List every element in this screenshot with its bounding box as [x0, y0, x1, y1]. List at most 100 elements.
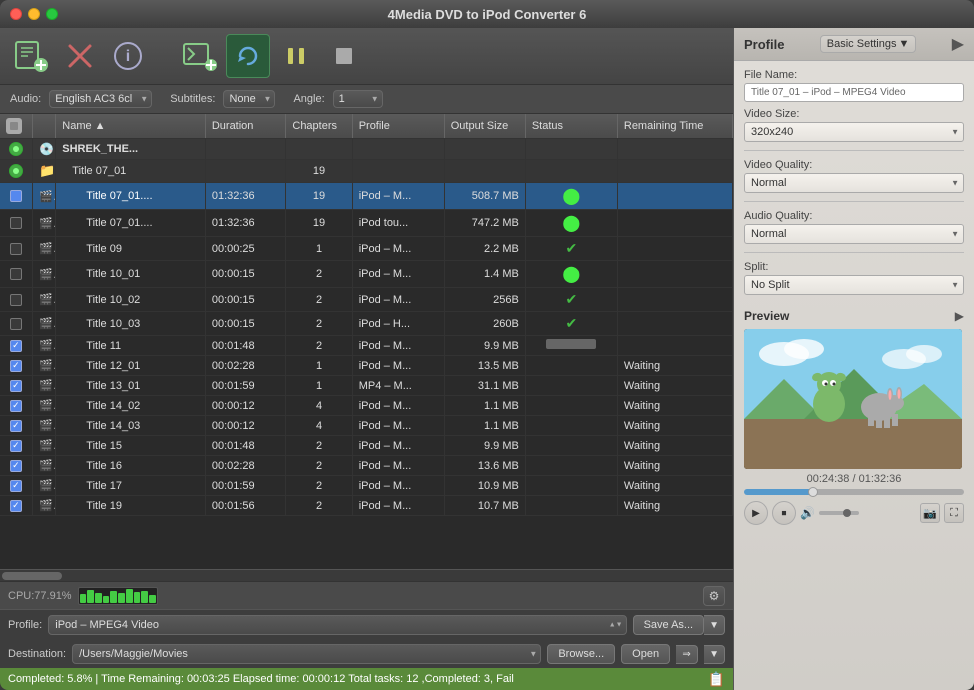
close-button[interactable] [10, 8, 22, 20]
table-row[interactable]: 🎬 Title 10_01 00:00:15 2 iPod – M... 1.4… [0, 261, 733, 288]
movie-icon: 🎬 [39, 243, 56, 255]
video-size-select[interactable]: 320x240 [744, 122, 964, 142]
maximize-button[interactable] [46, 8, 58, 20]
th-chapters[interactable]: Chapters [286, 114, 352, 139]
horizontal-scrollbar[interactable] [0, 569, 733, 581]
table-row[interactable]: 🎬 Title 09 00:00:25 1 iPod – M... 2.2 MB… [0, 237, 733, 261]
movie-icon: 🎬 [39, 318, 56, 330]
movie-icon: 🎬 [39, 380, 56, 392]
audio-quality-select[interactable]: Normal [744, 224, 964, 244]
movie-icon: 🎬 [39, 460, 56, 472]
profile-label: Profile: [8, 619, 42, 631]
subtitles-select[interactable]: None [223, 90, 275, 108]
preview-progress-bar[interactable] [744, 489, 964, 495]
status-icon: 📋 [708, 671, 725, 688]
preview-progress-knob[interactable] [808, 487, 818, 497]
table-row[interactable]: 🎬 Title 10_03 00:00:15 2 iPod – H... 260… [0, 312, 733, 336]
th-output-size[interactable]: Output Size [444, 114, 525, 139]
cpu-settings-button[interactable]: ⚙ [703, 586, 725, 606]
open-button[interactable]: Open [621, 644, 670, 664]
convert-button[interactable] [226, 34, 270, 78]
stop-preview-button[interactable]: ⏹ [772, 501, 796, 525]
cpu-graph [78, 587, 158, 605]
pause-button[interactable] [274, 34, 318, 78]
profile-select[interactable]: iPod – MPEG4 Video [48, 615, 626, 635]
angle-label: Angle: [293, 93, 324, 105]
play-button[interactable]: ▶ [744, 501, 768, 525]
angle-select[interactable]: 1 [333, 90, 383, 108]
table-row[interactable]: 💿 SHREK_THE... [0, 139, 733, 160]
table-row[interactable]: ✓ 🎬 Title 12_01 00:02:28 1 iPod – M... 1… [0, 356, 733, 376]
info-button[interactable]: i [106, 34, 150, 78]
table-row[interactable]: ✓ 🎬 Title 14_03 00:00:12 4 iPod – M... 1… [0, 416, 733, 436]
table-row[interactable]: ✓ 🎬 Title 14_02 00:00:12 4 iPod – M... 1… [0, 396, 733, 416]
th-name[interactable]: Name ▲ [56, 114, 206, 139]
delete-button[interactable] [58, 34, 102, 78]
add-file-button[interactable] [10, 34, 54, 78]
split-field: Split: No Split [744, 261, 964, 295]
basic-settings-label: Basic Settings [827, 38, 897, 50]
expand-icon[interactable]: ▶ [952, 34, 964, 54]
disc-name: SHREK_THE... [56, 139, 206, 160]
video-quality-select[interactable]: Normal [744, 173, 964, 193]
audio-label: Audio: [10, 93, 41, 105]
th-status[interactable]: Status [525, 114, 617, 139]
table-row[interactable]: ✓ 🎬 Title 11 00:01:48 2 iPod – M... [0, 336, 733, 356]
audio-select[interactable]: English AC3 6cl [49, 90, 152, 108]
table-row[interactable]: ✓ 🎬 Title 16 00:02:28 2 iPod – M... 13.6… [0, 456, 733, 476]
preview-expand-button[interactable]: ▶ [955, 309, 964, 323]
file-name-value: Title 07_01 – iPod – MPEG4 Video [744, 83, 964, 102]
table-row[interactable]: 🎬 Title 10_02 00:00:15 2 iPod – M... 256… [0, 288, 733, 312]
split-label: Split: [744, 261, 964, 273]
table-row[interactable]: ✓ 🎬 Title 15 00:01:48 2 iPod – M... 9.9 … [0, 436, 733, 456]
movie-icon: 🎬 [39, 340, 56, 352]
stop-button[interactable] [322, 34, 366, 78]
table-row[interactable]: 🎬 Title 07_01.... 01:32:36 19 iPod – M..… [0, 183, 733, 210]
volume-icon: 🔊 [800, 506, 815, 520]
table-row[interactable]: ✓ 🎬 Title 13_01 00:01:59 1 MP4 – M... 31… [0, 376, 733, 396]
add-dvd-button[interactable] [178, 34, 222, 78]
movie-icon: 🎬 [39, 420, 56, 432]
audio-quality-field: Audio Quality: Normal [744, 210, 964, 244]
folder-icon: 📁 [39, 163, 56, 178]
destination-label: Destination: [8, 648, 66, 660]
save-as-button[interactable]: Save As... [633, 615, 705, 635]
cpu-bar: CPU:77.91% ⚙ [0, 581, 733, 609]
browse-button[interactable]: Browse... [547, 644, 615, 664]
minimize-button[interactable] [28, 8, 40, 20]
movie-icon: 🎬 [39, 218, 56, 230]
destination-select[interactable]: /Users/Maggie/Movies [72, 644, 541, 664]
save-as-dropdown-button[interactable]: ▼ [704, 615, 725, 635]
th-profile[interactable]: Profile [352, 114, 444, 139]
ctrl-icons: 📷 ⛶ [920, 503, 964, 523]
fullscreen-button[interactable]: ⛶ [944, 503, 964, 523]
status-check: ✔ [565, 315, 577, 331]
volume-slider[interactable] [819, 511, 859, 515]
destination-arrow-button[interactable]: ▼ [704, 645, 725, 664]
destination-extra-button[interactable]: ⇒ [676, 645, 698, 664]
status-text: Completed: 5.8% | Time Remaining: 00:03:… [8, 673, 514, 685]
video-size-label: Video Size: [744, 108, 964, 120]
preview-header: Preview ▶ [744, 309, 964, 323]
table-row[interactable]: ✓ 🎬 Title 17 00:01:59 2 iPod – M... 10.9… [0, 476, 733, 496]
split-select-wrapper: No Split [744, 275, 964, 295]
basic-settings-dropdown[interactable]: Basic Settings ▼ [820, 35, 917, 53]
file-table-container[interactable]: Name ▲ Duration Chapters Profile Output … [0, 114, 733, 569]
status-check: ✔ [565, 240, 577, 256]
table-row[interactable]: 📁 Title 07_01 19 [0, 160, 733, 183]
screenshot-button[interactable]: 📷 [920, 503, 940, 523]
divider-3 [744, 252, 964, 253]
cpu-bar-4 [103, 596, 110, 603]
th-remaining[interactable]: Remaining Time [617, 114, 732, 139]
scrollbar-thumb[interactable] [2, 572, 62, 580]
split-select[interactable]: No Split [744, 275, 964, 295]
preview-video [744, 329, 962, 469]
movie-icon: 🎬 [39, 269, 56, 281]
left-panel: i [0, 28, 734, 690]
table-row[interactable]: ✓ 🎬 Title 19 00:01:56 2 iPod – M... 10.7… [0, 496, 733, 516]
th-duration[interactable]: Duration [205, 114, 286, 139]
volume-knob[interactable] [843, 509, 851, 517]
time-display: 00:24:38 / 01:32:36 [744, 473, 964, 485]
table-row[interactable]: 🎬 Title 07_01.... 01:32:36 19 iPod tou..… [0, 210, 733, 237]
audio-quality-label: Audio Quality: [744, 210, 964, 222]
